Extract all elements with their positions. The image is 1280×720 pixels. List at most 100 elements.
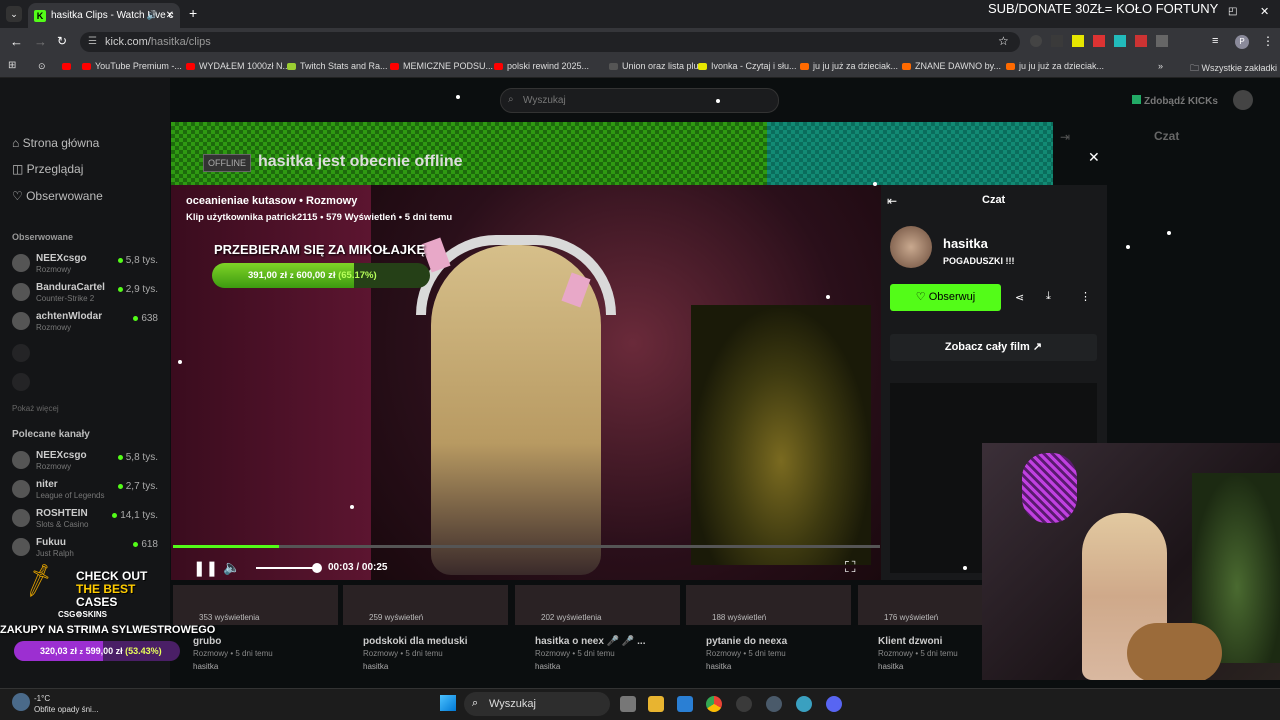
tab-active[interactable]: K hasitka Clips - Watch Live c 🔊 ✕	[28, 3, 180, 28]
extension-icon[interactable]	[1114, 35, 1126, 47]
share-icon[interactable]: ⋖	[1015, 291, 1024, 304]
sidebar-channel[interactable]: NEEXcsgo Rozmowy 5,8 tys.	[12, 251, 162, 277]
clip-card-user[interactable]: hasitka	[535, 662, 560, 671]
weather-widget[interactable]: -1°C Obfite opady śni...	[34, 693, 98, 715]
extension-icon[interactable]	[1135, 35, 1147, 47]
back-icon[interactable]: ←	[10, 34, 23, 49]
weather-icon[interactable]	[12, 693, 30, 711]
url-field[interactable]: kick.com/hasitka/clips	[80, 32, 1020, 52]
clip-thumbnail[interactable]	[686, 585, 851, 625]
bookmark-star-icon[interactable]: ☆	[998, 34, 1009, 48]
apps-grid-icon[interactable]: ⊞	[8, 60, 16, 71]
taskbar-search[interactable]: Wyszukaj	[464, 692, 610, 716]
clip-card[interactable]: 202 wyświetlenia hasitka o neex 🎤 🎤 ... Ro…	[515, 585, 680, 685]
bookmark-item[interactable]: Ivonka - Czytaj i słu...	[698, 61, 797, 71]
new-tab-icon[interactable]: +	[189, 5, 197, 21]
collapse-chat-icon[interactable]: ⇥	[1060, 130, 1070, 144]
nav-following[interactable]: ♡ Obserwowane	[12, 189, 103, 203]
bookmark-item[interactable]: WYDAŁEM 1000zł N...	[186, 61, 290, 71]
forward-icon[interactable]: →	[34, 34, 47, 49]
clip-thumbnail[interactable]	[343, 585, 508, 625]
sidebar-channel[interactable]	[12, 370, 162, 396]
clip-card[interactable]: 259 wyświetleń podskoki dla meduski Rozmow…	[343, 585, 508, 685]
bookmark-item[interactable]: YouTube Premium -...	[82, 61, 182, 71]
sidebar-channel[interactable]: NEEXcsgo Rozmowy 5,8 tys.	[12, 448, 162, 474]
start-icon[interactable]	[440, 695, 456, 711]
download-icon[interactable]: ⤓	[1046, 290, 1051, 303]
bookmark-favicon-icon[interactable]: ⊙	[38, 61, 46, 72]
restore-window-icon[interactable]: ◰	[1228, 6, 1237, 17]
file-explorer-icon[interactable]	[648, 696, 664, 712]
more-bookmarks-icon[interactable]: »	[1158, 61, 1163, 71]
all-bookmarks[interactable]: 🗀 Wszystkie zakładki	[1190, 61, 1277, 77]
fullscreen-icon[interactable]: ⛶	[845, 559, 856, 576]
collapse-panel-icon[interactable]: ⇤	[887, 194, 897, 208]
watch-full-button[interactable]: Zobacz cały film ↗	[890, 334, 1097, 361]
bookmark-item[interactable]	[62, 61, 75, 71]
show-more-link[interactable]: Pokaż więcej	[12, 404, 59, 413]
settings-icon[interactable]	[766, 696, 782, 712]
follow-button[interactable]: ♡ Obserwuj	[890, 284, 1001, 311]
profile-avatar[interactable]: P	[1235, 35, 1249, 49]
sidebar-channel[interactable]: achtenWlodar Rozmowy 638	[12, 309, 162, 335]
seek-bar[interactable]	[173, 545, 880, 548]
bookmark-item[interactable]: ZNANE DAWNO by...	[902, 61, 1001, 71]
clock-app-icon[interactable]	[736, 696, 752, 712]
task-view-icon[interactable]	[620, 696, 636, 712]
extension-icon[interactable]	[1051, 35, 1063, 47]
clip-card-user[interactable]: hasitka	[363, 662, 388, 671]
tab-search-icon[interactable]: ⌄	[6, 6, 22, 22]
bookmark-item[interactable]: Union oraz lista plu...	[609, 61, 706, 71]
close-window-icon[interactable]: ✕	[1260, 5, 1269, 18]
clip-card-title[interactable]: hasitka o neex 🎤 🎤 ...	[535, 636, 646, 647]
get-kicks-button[interactable]: Zdobądź KICKs	[1132, 95, 1218, 107]
bookmark-item[interactable]: ju ju już za dzieciak...	[800, 61, 898, 71]
extension-icon[interactable]	[1030, 35, 1042, 47]
user-avatar[interactable]	[1233, 90, 1253, 110]
puzzle-icon[interactable]	[1156, 35, 1168, 47]
chrome-icon[interactable]	[706, 696, 722, 712]
volume-icon[interactable]: 🔈	[223, 559, 240, 576]
discord-icon[interactable]	[826, 696, 842, 712]
channel-name[interactable]: hasitka	[943, 236, 988, 251]
nav-home[interactable]: ⌂ Strona główna	[12, 136, 99, 150]
store-icon[interactable]	[677, 696, 693, 712]
site-info-icon[interactable]: ☰	[88, 36, 97, 47]
sidebar-channel[interactable]	[12, 341, 162, 367]
clip-card-title[interactable]: pytanie do neexa	[706, 636, 787, 647]
sidebar-channel[interactable]: niter League of Legends 2,7 tys.	[12, 477, 162, 503]
clip-card-title[interactable]: Klient dzwoni	[878, 636, 942, 647]
sidebar-channel[interactable]: Fukuu Just Ralph 618	[12, 535, 162, 561]
clip-card-title[interactable]: grubo	[193, 636, 221, 647]
clip-card-user[interactable]: hasitka	[706, 662, 731, 671]
bookmark-item[interactable]: polski rewind 2025...	[494, 61, 589, 71]
channel-avatar[interactable]	[890, 226, 932, 268]
more-options-icon[interactable]: ⋮	[1080, 290, 1091, 303]
sidebar-channel[interactable]: ROSHTEIN Slots & Casino 14,1 tys.	[12, 506, 162, 532]
menu-kebab-icon[interactable]: ⋮	[1262, 34, 1274, 48]
volume-slider[interactable]	[256, 567, 317, 569]
close-tab-icon[interactable]: ✕	[166, 10, 174, 21]
speaker-icon[interactable]: 🔊	[147, 10, 158, 21]
bookmark-item[interactable]: Twitch Stats and Ra...	[287, 61, 388, 71]
clip-card[interactable]: 188 wyświetleń pytanie do neexa Rozmowy • …	[686, 585, 851, 685]
browser-app-icon[interactable]	[796, 696, 812, 712]
clip-card-user[interactable]: hasitka	[878, 662, 903, 671]
bookmark-favicon-icon	[287, 63, 296, 71]
volume-knob[interactable]	[312, 563, 322, 573]
clip-card-user[interactable]: hasitka	[193, 662, 218, 671]
close-modal-icon[interactable]: ✕	[1088, 149, 1100, 166]
search-input[interactable]: Wyszukaj	[500, 88, 779, 113]
sidebar-channel[interactable]: BanduraCartel Counter-Strike 2 2,9 tys.	[12, 280, 162, 306]
bookmark-item[interactable]: ju ju już za dzieciak...	[1006, 61, 1104, 71]
extension-icon[interactable]	[1072, 35, 1084, 47]
extension-icon[interactable]	[1093, 35, 1105, 47]
clip-card-title[interactable]: podskoki dla meduski	[363, 636, 467, 647]
bookmark-label: Twitch Stats and Ra...	[300, 61, 388, 71]
reload-icon[interactable]: ↻	[57, 34, 67, 48]
media-icon[interactable]: ≡	[1212, 35, 1218, 47]
pause-icon[interactable]: ❚❚	[193, 559, 218, 577]
bookmark-item[interactable]: MEMICZNE PODSU...	[390, 61, 493, 71]
promo-brand: CSG⚙SKINS	[58, 610, 107, 619]
nav-browse[interactable]: ◫ Przeglądaj	[12, 162, 83, 176]
